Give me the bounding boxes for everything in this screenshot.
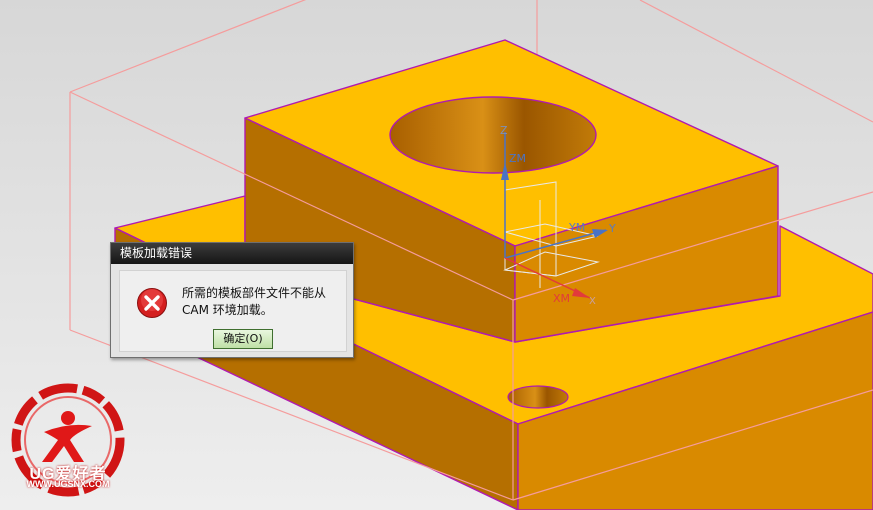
csys-x-label: X [589,296,596,307]
dialog-body: 所需的模板部件文件不能从 CAM 环境加载。 确定(O) [111,264,353,357]
watermark-url: WWW.UGSNX.COM [26,479,110,489]
error-icon [137,288,167,318]
template-load-error-dialog: 模板加载错误 所需的模板部件文件不能从 CAM 环境加载。 确定(O) [110,242,354,358]
csys-z-label: Z [500,124,508,137]
csys-y-label: Y [608,222,616,235]
ugsnx-watermark-logo: UG爱好者 WWW.UGSNX.COM [4,382,132,506]
base-hole [507,385,569,409]
dialog-message-line-2: CAM 环境加载。 [182,303,273,317]
dialog-title[interactable]: 模板加载错误 [111,243,353,264]
boss-hole [389,96,597,174]
dialog-message-line-1: 所需的模板部件文件不能从 [182,286,327,300]
csys-xm-label: XM [553,292,570,305]
csys-zm-label: ZM [509,152,526,165]
dialog-message-panel: 所需的模板部件文件不能从 CAM 环境加载。 确定(O) [119,270,347,352]
ok-button[interactable]: 确定(O) [213,329,273,349]
csys-ym-label: YM [568,221,585,234]
dialog-message: 所需的模板部件文件不能从 CAM 环境加载。 [182,285,352,319]
